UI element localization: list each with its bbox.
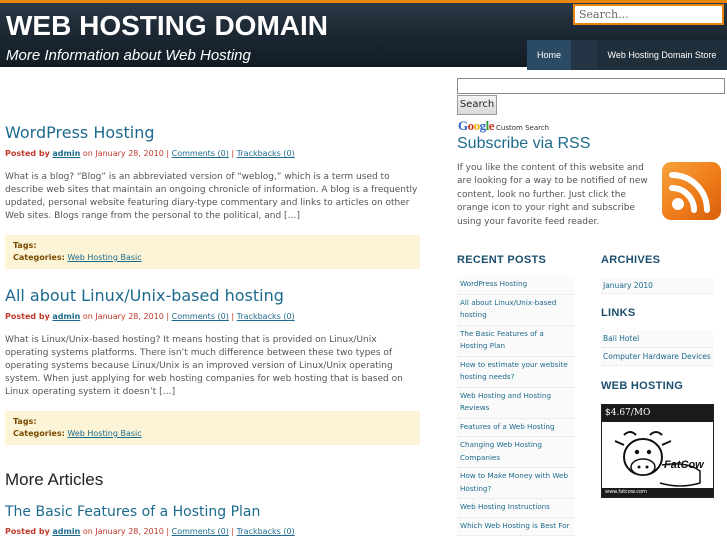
google-logo: Google — [458, 118, 495, 133]
categories-label: Categories: — [13, 253, 65, 262]
ad-brand: FatCow — [664, 459, 704, 471]
recent-post-item[interactable]: How to Make Money with Web Hosting? — [457, 468, 575, 499]
posted-by-label: Posted by — [5, 527, 50, 536]
category-link[interactable]: Web Hosting Basic — [67, 429, 141, 438]
recent-post-item[interactable]: Features of a Web Hosting — [457, 418, 575, 437]
archive-link[interactable]: January 2010 — [601, 278, 713, 294]
site-header: WEB HOSTING DOMAIN More Information abou… — [0, 0, 727, 70]
post-title[interactable]: All about Linux/Unix-based hosting — [5, 285, 420, 307]
recent-post-item[interactable]: Changing Web Hosting Companies — [457, 437, 575, 468]
links-heading: LINKS — [601, 307, 636, 319]
comments-link[interactable]: Comments (0) — [172, 149, 229, 158]
blogroll-link[interactable]: Computer Hardware Devices — [601, 348, 713, 366]
post-date: on January 28, 2010 | — [82, 149, 170, 158]
google-custom-search: Google Custom Search — [458, 118, 549, 134]
cow-illustration-icon — [614, 431, 701, 487]
post-title[interactable]: WordPress Hosting — [5, 122, 420, 144]
archives-heading: ARCHIVES — [601, 254, 661, 266]
meta-separator: | — [231, 312, 235, 321]
author-link[interactable]: admin — [52, 149, 80, 158]
tags-label: Tags: — [13, 417, 37, 426]
categories-label: Categories: — [13, 429, 65, 438]
author-link[interactable]: admin — [52, 527, 80, 536]
meta-separator: | — [231, 527, 235, 536]
recent-post-item[interactable]: Which Web Hosting is Best For — [457, 517, 575, 536]
post-date: on January 28, 2010 | — [82, 527, 170, 536]
search-button[interactable]: Search — [457, 95, 497, 115]
posted-by-label: Posted by — [5, 312, 50, 321]
recent-posts-list: WordPress Hosting All about Linux/Unix-b… — [457, 276, 575, 536]
post-1: WordPress Hosting Posted by admin on Jan… — [5, 122, 420, 269]
trackbacks-link[interactable]: Trackbacks (0) — [237, 149, 295, 158]
comments-link[interactable]: Comments (0) — [172, 527, 229, 536]
post-2: All about Linux/Unix-based hosting Poste… — [5, 285, 420, 445]
post-meta: Posted by admin on January 28, 2010 | Co… — [5, 526, 420, 537]
header-search-input[interactable]: Search... — [573, 4, 724, 25]
nav-blank-tab[interactable] — [571, 40, 597, 70]
sidebar-search-input[interactable] — [457, 78, 725, 94]
comments-link[interactable]: Comments (0) — [172, 312, 229, 321]
recent-post-item[interactable]: WordPress Hosting — [457, 276, 575, 295]
recent-post-item[interactable]: The Basic Features of a Hosting Plan — [457, 325, 575, 357]
links-list: Bali Hotel Computer Hardware Devices — [601, 330, 713, 366]
post-meta: Posted by admin on January 28, 2010 | Co… — [5, 148, 420, 159]
nav-store[interactable]: Web Hosting Domain Store — [597, 40, 727, 70]
recent-post-item[interactable]: Web Hosting and Hosting Reviews — [457, 387, 575, 419]
blogroll-link[interactable]: Bali Hotel — [601, 330, 713, 348]
site-tagline: More Information about Web Hosting — [6, 47, 251, 64]
trackbacks-link[interactable]: Trackbacks (0) — [237, 527, 295, 536]
post-tags-box: Tags: Categories: Web Hosting Basic — [5, 235, 420, 269]
nav-home[interactable]: Home — [527, 40, 571, 70]
post-date: on January 28, 2010 | — [82, 312, 170, 321]
category-link[interactable]: Web Hosting Basic — [67, 253, 141, 262]
posted-by-label: Posted by — [5, 149, 50, 158]
recent-post-item[interactable]: All about Linux/Unix-based hosting — [457, 294, 575, 326]
ad-url: www.fatcow.com — [602, 488, 713, 497]
recent-posts-heading: RECENT POSTS — [457, 254, 547, 266]
web-hosting-heading: WEB HOSTING — [601, 380, 684, 392]
post-title[interactable]: The Basic Features of a Hosting Plan — [5, 503, 420, 521]
rss-description: If you like the content of this website … — [457, 163, 648, 227]
post-3: The Basic Features of a Hosting Plan Pos… — [5, 503, 420, 537]
post-excerpt: What is a blog? “Blog” is an abbreviated… — [5, 172, 418, 221]
fatcow-ad-banner[interactable]: $4.67/MO FatCow www.fatcow.com — [601, 404, 714, 498]
site-title[interactable]: WEB HOSTING DOMAIN — [6, 11, 328, 41]
post-meta: Posted by admin on January 28, 2010 | Co… — [5, 311, 420, 322]
trackbacks-link[interactable]: Trackbacks (0) — [237, 312, 295, 321]
recent-post-item[interactable]: How to estimate your website hosting nee… — [457, 356, 575, 388]
rss-feed-icon[interactable] — [662, 162, 721, 220]
more-articles-heading: More Articles — [5, 470, 104, 489]
post-excerpt: What is Linux/Unix-based hosting? It mea… — [5, 335, 403, 397]
recent-post-item[interactable]: Web Hosting Instructions — [457, 499, 575, 518]
main-nav: Home Web Hosting Domain Store — [527, 40, 727, 70]
post-tags-box: Tags: Categories: Web Hosting Basic — [5, 411, 420, 445]
author-link[interactable]: admin — [52, 312, 80, 321]
rss-heading: Subscribe via RSS — [457, 135, 591, 152]
custom-search-label: Custom Search — [496, 124, 550, 132]
tags-label: Tags: — [13, 241, 37, 250]
meta-separator: | — [231, 149, 235, 158]
